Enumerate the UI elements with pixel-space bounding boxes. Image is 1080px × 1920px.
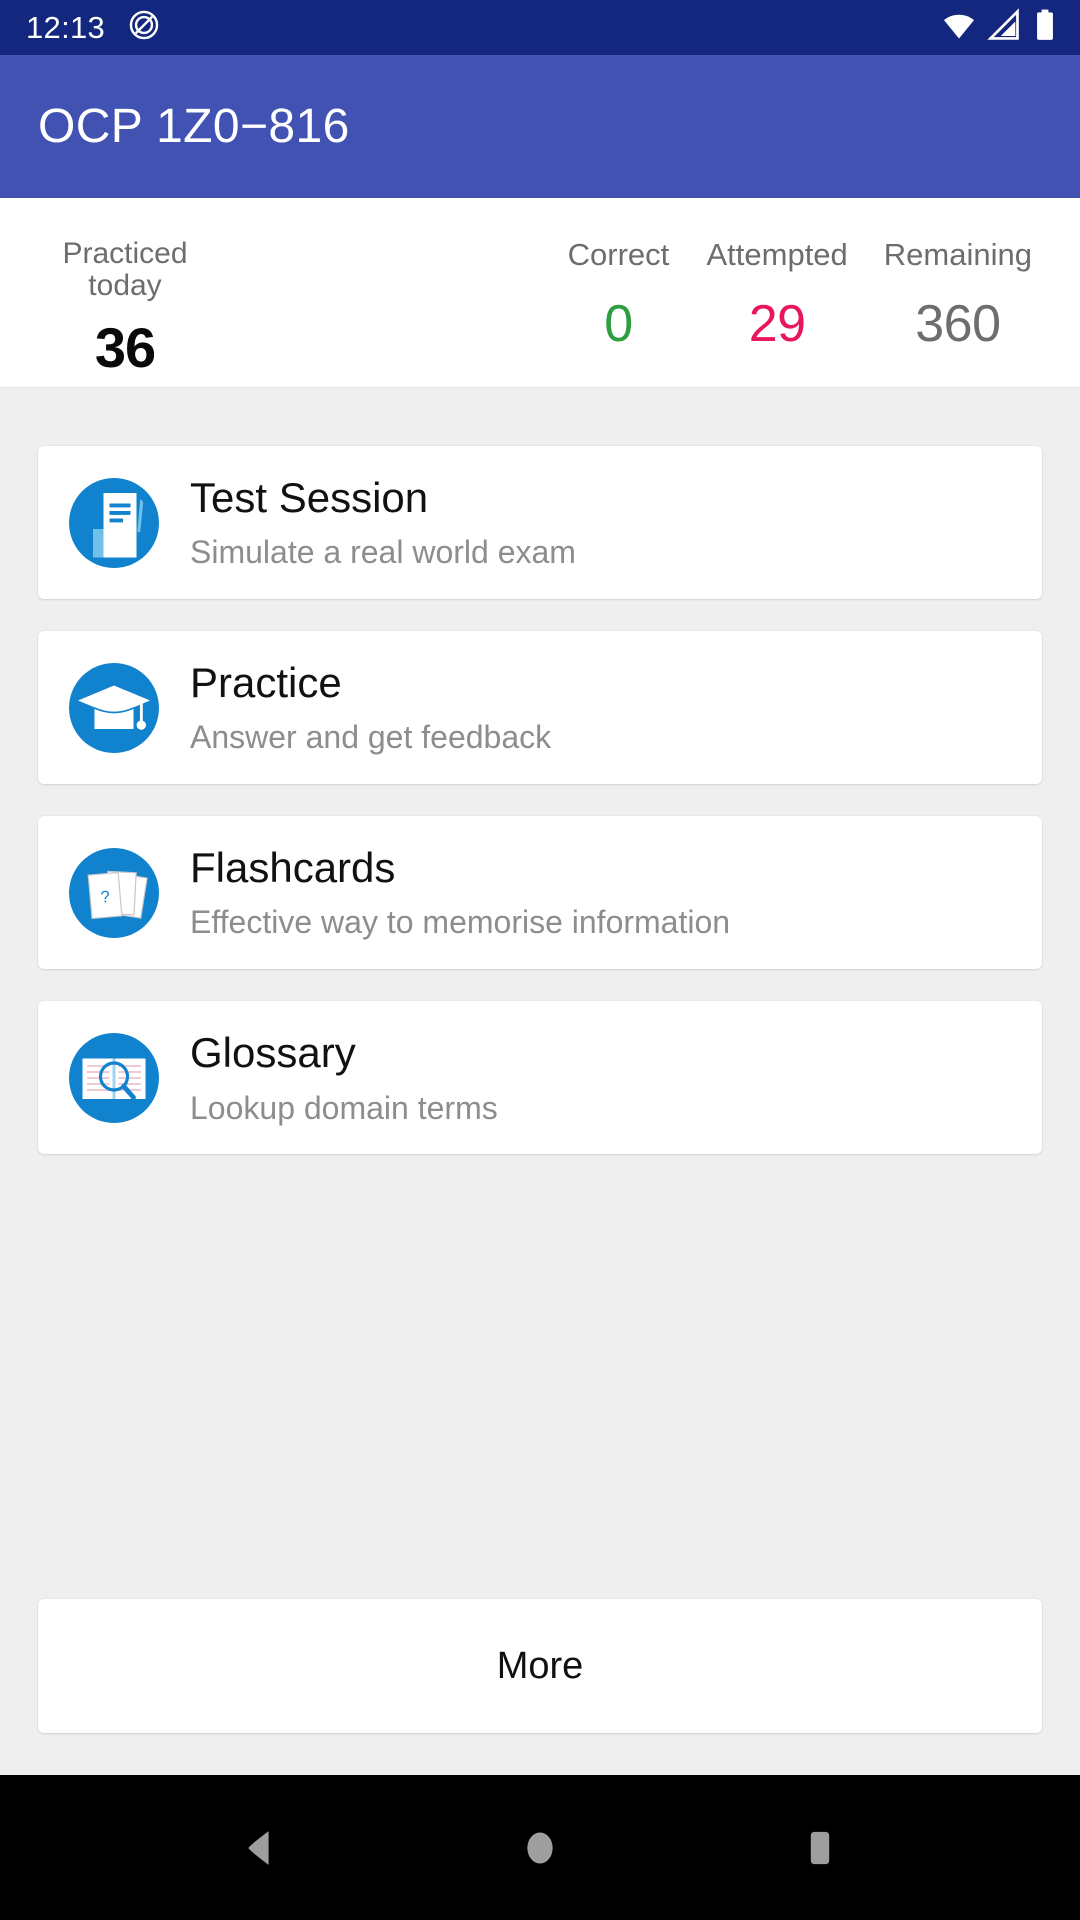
stat-correct: Correct 0 — [548, 237, 688, 354]
card-title: Glossary — [190, 1029, 356, 1077]
practiced-today-label-line2: today — [88, 269, 162, 303]
card-title: Practice — [190, 659, 342, 707]
graduation-cap-icon — [38, 660, 190, 756]
home-circle-icon[interactable] — [480, 1788, 600, 1908]
page-title: OCP 1Z0−816 — [38, 100, 350, 153]
practiced-today-label-line1: Practiced — [62, 237, 188, 270]
stat-remaining-label: Remaining — [883, 237, 1032, 272]
recents-square-icon[interactable] — [760, 1788, 880, 1908]
card-subtitle: Answer and get feedback — [190, 719, 552, 756]
stat-correct-value: 0 — [604, 295, 633, 354]
more-button[interactable]: More — [38, 1599, 1042, 1733]
status-bar: 12:13 — [0, 0, 1080, 55]
stat-attempted: Attempted 29 — [688, 237, 865, 354]
card-test-session[interactable]: Test Session Simulate a real world exam — [38, 446, 1042, 600]
stat-remaining: Remaining 360 — [866, 237, 1050, 354]
android-navigation-bar — [0, 1775, 1080, 1920]
status-bar-left: 12:13 — [26, 8, 161, 47]
more-button-wrapper: More — [38, 1599, 1042, 1733]
card-title: Test Session — [190, 474, 429, 521]
card-subtitle: Simulate a real world exam — [190, 534, 576, 571]
content-area: Test Session Simulate a real world exam … — [0, 388, 1080, 1775]
document-pen-icon — [38, 475, 190, 571]
stat-correct-label: Correct — [567, 237, 670, 272]
card-subtitle: Effective way to memorise information — [190, 904, 731, 941]
status-bar-clock: 12:13 — [26, 9, 106, 45]
metrics-group: Correct 0 Attempted 29 Remaining 360 — [548, 237, 1050, 354]
practiced-today-value: 36 — [94, 315, 156, 379]
cellular-signal-icon — [987, 8, 1021, 47]
stats-panel: Practiced today 36 Correct 0 Attempted 2… — [0, 198, 1080, 388]
battery-icon — [1032, 8, 1058, 47]
svg-text:?: ? — [100, 888, 111, 907]
card-glossary-text: Glossary Lookup domain terms — [190, 1029, 498, 1126]
back-triangle-icon[interactable] — [200, 1788, 320, 1908]
card-title: Flashcards — [190, 844, 396, 892]
card-practice-text: Practice Answer and get feedback — [190, 659, 551, 756]
do-not-disturb-icon — [127, 8, 161, 47]
card-glossary[interactable]: Glossary Lookup domain terms — [38, 1001, 1042, 1155]
card-flashcards-text: Flashcards Effective way to memorise inf… — [190, 844, 730, 941]
flashcards-icon: ? — [38, 845, 190, 941]
card-practice[interactable]: Practice Answer and get feedback — [38, 631, 1042, 785]
book-search-icon — [38, 1030, 190, 1126]
practiced-today-stat: Practiced today 36 — [0, 237, 250, 380]
stat-remaining-value: 360 — [915, 295, 1001, 354]
wifi-icon — [942, 8, 976, 47]
stat-attempted-value: 29 — [748, 295, 806, 354]
stat-attempted-label: Attempted — [706, 237, 848, 272]
app-root: 12:13 OCP 1Z0−816 Practiced today 36 Cor… — [0, 0, 1080, 1920]
app-bar: OCP 1Z0−816 — [0, 55, 1080, 198]
status-bar-right — [942, 8, 1058, 47]
card-flashcards[interactable]: ? Flashcards Effective way to memorise i… — [38, 816, 1042, 970]
card-subtitle: Lookup domain terms — [190, 1089, 498, 1126]
card-test-session-text: Test Session Simulate a real world exam — [190, 474, 576, 571]
